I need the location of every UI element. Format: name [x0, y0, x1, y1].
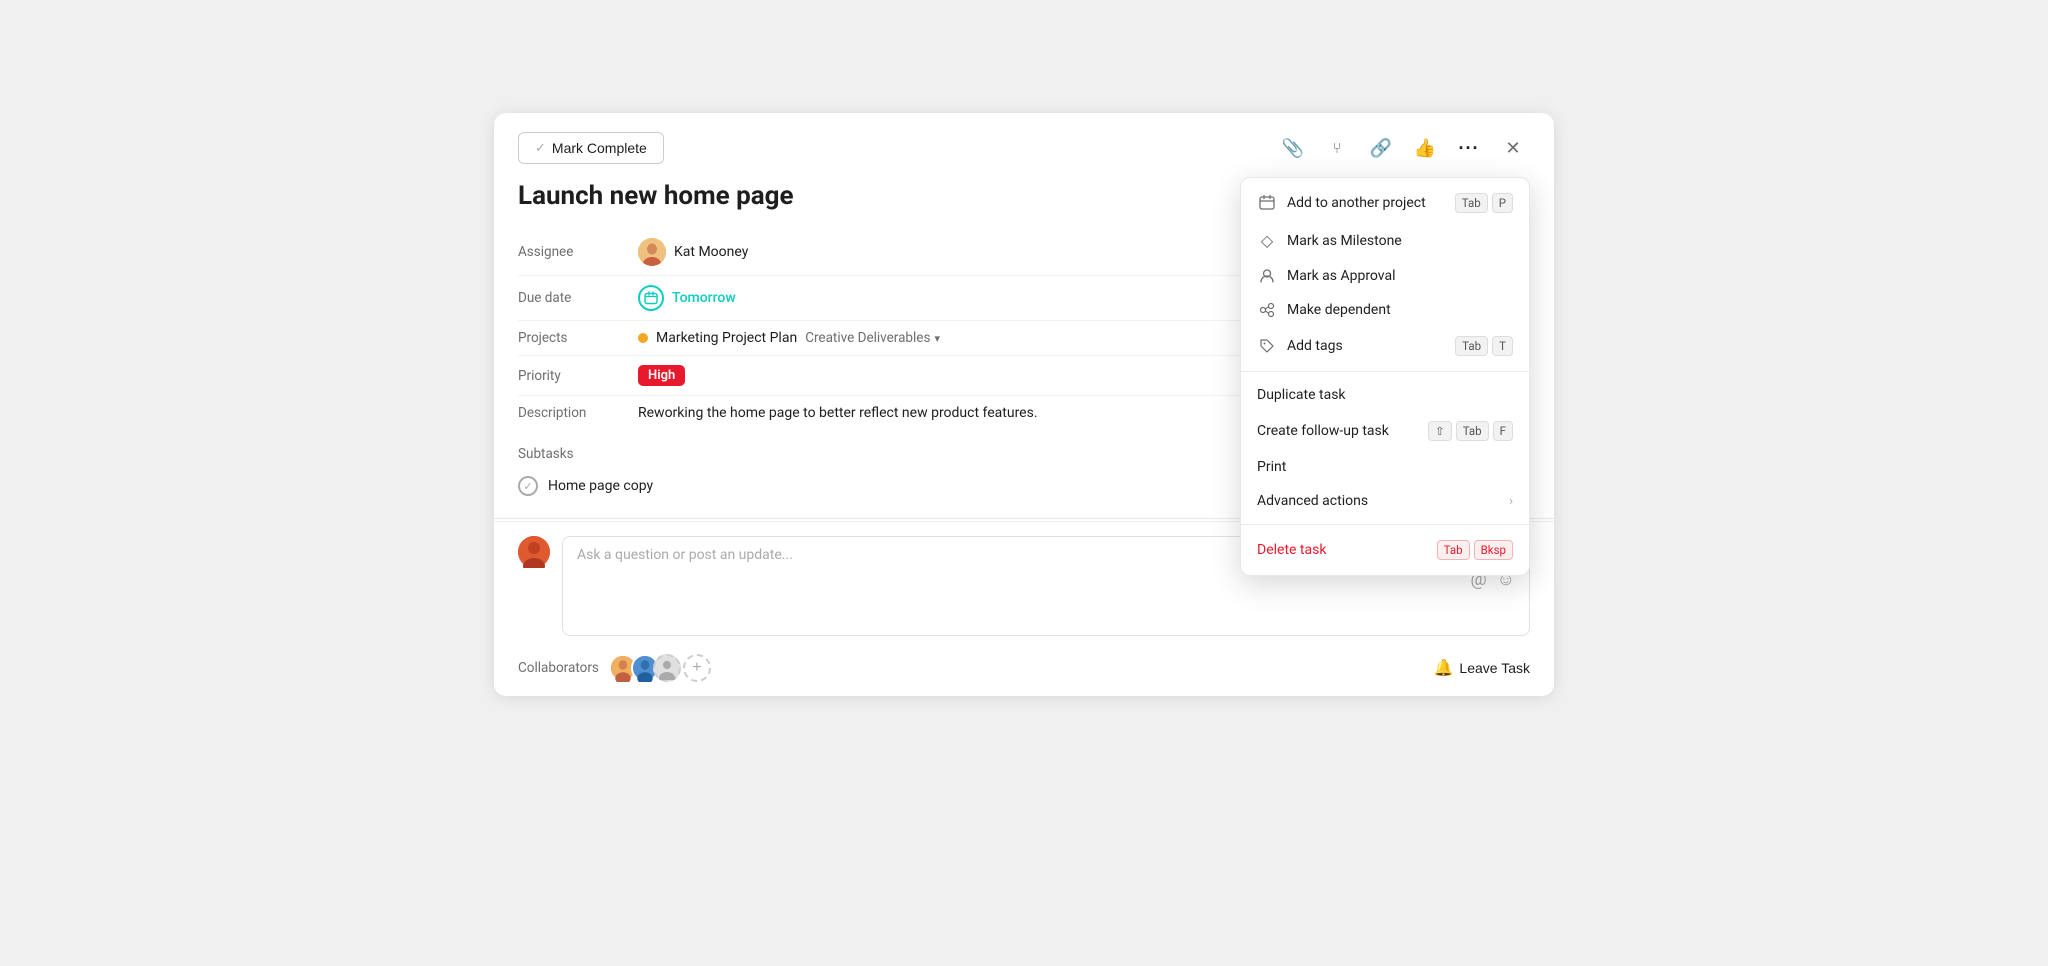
- make-dependent-label: Make dependent: [1287, 302, 1513, 318]
- menu-item-advanced-actions[interactable]: Advanced actions ›: [1241, 484, 1529, 518]
- shortcut-t: T: [1492, 336, 1513, 356]
- shortcut-tab: Tab: [1455, 193, 1488, 213]
- tags-icon: [1257, 338, 1277, 354]
- shortcut-tab-delete: Tab: [1437, 540, 1470, 560]
- menu-item-delete-task[interactable]: Delete task Tab Bksp: [1241, 531, 1529, 569]
- assignee-avatar: [638, 238, 666, 266]
- mark-complete-label: Mark Complete: [552, 140, 647, 156]
- priority-value[interactable]: High: [638, 365, 685, 386]
- attachment-icon: 📎: [1282, 138, 1304, 159]
- priority-label: Priority: [518, 368, 638, 384]
- menu-item-add-to-project[interactable]: Add to another project Tab P: [1241, 184, 1529, 222]
- leave-task-button[interactable]: 🔔 Leave Task: [1434, 658, 1531, 678]
- collab-avatars: +: [609, 654, 711, 682]
- link-icon: 🔗: [1370, 138, 1392, 159]
- attachment-icon-button[interactable]: 📎: [1276, 131, 1310, 165]
- print-label: Print: [1257, 459, 1513, 475]
- priority-badge: High: [638, 365, 685, 386]
- menu-item-create-followup[interactable]: Create follow-up task ⇧ Tab F: [1241, 412, 1529, 450]
- menu-item-print[interactable]: Print: [1241, 450, 1529, 484]
- description-label: Description: [518, 405, 638, 421]
- task-topbar: ✓ Mark Complete 📎 ⑂ 🔗 👍 ···: [494, 113, 1554, 165]
- collab-section: Collaborators: [518, 654, 711, 682]
- add-to-project-shortcuts: Tab P: [1455, 193, 1513, 213]
- add-collaborator-button[interactable]: +: [683, 654, 711, 682]
- close-button[interactable]: ✕: [1496, 131, 1530, 165]
- menu-section-2: Duplicate task Create follow-up task ⇧ T…: [1241, 371, 1529, 524]
- menu-section-1: Add to another project Tab P ◇ Mark as M…: [1241, 178, 1529, 371]
- menu-item-add-tags[interactable]: Add tags Tab T: [1241, 327, 1529, 365]
- assignee-value[interactable]: Kat Mooney: [638, 238, 748, 266]
- mark-approval-label: Mark as Approval: [1287, 268, 1513, 284]
- dependency-icon-button[interactable]: ⑂: [1320, 131, 1354, 165]
- advanced-actions-arrow: ›: [1509, 494, 1513, 509]
- create-followup-shortcuts: ⇧ Tab F: [1428, 421, 1513, 441]
- like-icon-button[interactable]: 👍: [1408, 131, 1442, 165]
- calendar-icon: [638, 285, 664, 311]
- collaborators-label: Collaborators: [518, 660, 599, 676]
- dependency-icon: ⑂: [1332, 140, 1341, 157]
- add-tags-label: Add tags: [1287, 338, 1445, 354]
- due-date-label: Due date: [518, 290, 638, 306]
- add-to-project-label: Add to another project: [1287, 195, 1445, 211]
- commenter-avatar: [518, 536, 550, 568]
- menu-item-mark-milestone[interactable]: ◇ Mark as Milestone: [1241, 222, 1529, 259]
- shortcut-f: F: [1493, 421, 1513, 441]
- create-followup-label: Create follow-up task: [1257, 423, 1418, 439]
- add-tags-shortcuts: Tab T: [1455, 336, 1513, 356]
- like-icon: 👍: [1414, 138, 1436, 159]
- chevron-down-icon: ▾: [934, 332, 940, 345]
- projects-label: Projects: [518, 330, 638, 346]
- project-sub[interactable]: Creative Deliverables ▾: [805, 330, 940, 346]
- due-date-value[interactable]: Tomorrow: [638, 285, 736, 311]
- approval-icon: [1257, 268, 1277, 284]
- due-date-text: Tomorrow: [672, 290, 736, 306]
- dropdown-menu: Add to another project Tab P ◇ Mark as M…: [1240, 177, 1530, 576]
- subtask-complete-icon[interactable]: ✓: [518, 476, 538, 496]
- menu-item-mark-approval[interactable]: Mark as Approval: [1241, 259, 1529, 293]
- project-main-name: Marketing Project Plan: [656, 330, 797, 346]
- check-icon: ✓: [535, 140, 546, 156]
- bell-icon: 🔔: [1434, 658, 1454, 678]
- more-options-icon: ···: [1459, 138, 1480, 159]
- leave-task-label: Leave Task: [1459, 660, 1530, 676]
- shortcut-bksp: Bksp: [1474, 540, 1513, 560]
- duplicate-task-label: Duplicate task: [1257, 387, 1513, 403]
- projects-value[interactable]: Marketing Project Plan Creative Delivera…: [638, 330, 940, 346]
- shortcut-up: ⇧: [1428, 421, 1452, 441]
- collaborators-row: Collaborators: [494, 644, 1554, 696]
- delete-task-shortcuts: Tab Bksp: [1437, 540, 1513, 560]
- topbar-icons: 📎 ⑂ 🔗 👍 ··· ✕: [1276, 131, 1530, 165]
- menu-section-3: Delete task Tab Bksp: [1241, 524, 1529, 575]
- more-options-button[interactable]: ···: [1452, 131, 1486, 165]
- description-value[interactable]: Reworking the home page to better reflec…: [638, 405, 1038, 421]
- assignee-name: Kat Mooney: [674, 244, 748, 260]
- description-text: Reworking the home page to better reflec…: [638, 405, 1038, 421]
- shortcut-tab-tags: Tab: [1455, 336, 1488, 356]
- close-icon: ✕: [1505, 138, 1520, 159]
- project-dot: [638, 333, 648, 343]
- mark-complete-button[interactable]: ✓ Mark Complete: [518, 132, 664, 164]
- menu-item-duplicate-task[interactable]: Duplicate task: [1241, 378, 1529, 412]
- project-sub-name: Creative Deliverables: [805, 330, 930, 346]
- assignee-label: Assignee: [518, 244, 638, 260]
- milestone-icon: ◇: [1257, 231, 1277, 250]
- shortcut-tab-followup: Tab: [1456, 421, 1489, 441]
- delete-task-label: Delete task: [1257, 542, 1427, 558]
- menu-item-make-dependent[interactable]: Make dependent: [1241, 293, 1529, 327]
- subtask-name: Home page copy: [548, 478, 653, 494]
- link-icon-button[interactable]: 🔗: [1364, 131, 1398, 165]
- advanced-actions-label: Advanced actions: [1257, 493, 1499, 509]
- dependent-icon: [1257, 302, 1277, 318]
- mark-milestone-label: Mark as Milestone: [1287, 233, 1513, 249]
- shortcut-p: P: [1492, 193, 1513, 213]
- collab-avatar-3: [653, 654, 681, 682]
- add-to-project-icon: [1257, 195, 1277, 211]
